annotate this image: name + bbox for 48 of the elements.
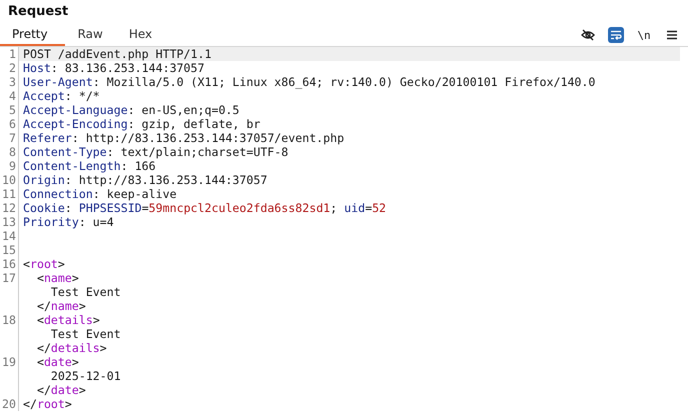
tab[interactable]: Hex: [116, 24, 166, 46]
code-line: </name>: [36, 299, 87, 313]
code-line: Accept: */*: [22, 89, 101, 103]
code-line: </date>: [36, 383, 87, 397]
code-line: Cookie: PHPSESSID=59mncpcl2culeo2fda6ss82sd1; uid=52: [22, 201, 388, 215]
line-number: 12: [0, 201, 19, 215]
line-number: 19: [0, 355, 19, 369]
line-number: 9: [0, 159, 19, 173]
line-number: 3: [0, 75, 19, 89]
panel-title: Request: [7, 3, 70, 20]
line-number: 5: [0, 103, 19, 117]
code-line: Priority: u=4: [22, 215, 115, 229]
line-number: 14: [0, 229, 19, 243]
wrap-icon[interactable]: [608, 27, 624, 43]
code-line: 2025-12-01: [50, 369, 122, 383]
code-line: Content-Type: text/plain;charset=UTF-8: [22, 145, 290, 159]
line-number: 17: [0, 271, 19, 285]
code-line: Referer: http://83.136.253.144:37057/event.php: [22, 131, 346, 145]
code-line: User-Agent: Mozilla/5.0 (X11; Linux x86_64; rv:140.0) Gecko/20100101 Firefox/140.0: [22, 75, 596, 89]
code-line: Connection: keep-alive: [22, 187, 178, 201]
code-line: Test Event: [50, 285, 122, 299]
code-line: </details>: [36, 341, 108, 355]
code-line: Content-Length: 166: [22, 159, 157, 173]
line-number: 15: [0, 243, 19, 257]
code-line: Accept-Language: en-US,en;q=0.5: [22, 103, 240, 117]
code-line: </root>: [22, 397, 73, 411]
line-number: 7: [0, 131, 19, 145]
line-number: 13: [0, 215, 19, 229]
tab[interactable]: Raw: [64, 24, 116, 46]
line-number: 18: [0, 313, 19, 327]
newline-toggle[interactable]: \n: [636, 27, 652, 43]
line-number: 6: [0, 117, 19, 131]
code-line: Origin: http://83.136.253.144:37057: [22, 173, 268, 187]
code-line: Host: 83.136.253.144:37057: [22, 61, 206, 75]
line-number: 4: [0, 89, 19, 103]
code-line: Test Event: [50, 327, 122, 341]
line-number: 20: [0, 397, 19, 411]
code-line: <name>: [36, 271, 80, 285]
code-line: <root>: [22, 257, 66, 271]
line-number: 16: [0, 257, 19, 271]
line-number: 2: [0, 61, 19, 75]
line-number: 8: [0, 145, 19, 159]
eye-slash-icon[interactable]: [580, 27, 596, 43]
code-line: <date>: [36, 355, 80, 369]
code-line: Accept-Encoding: gzip, deflate, br: [22, 117, 262, 131]
line-number: 10: [0, 173, 19, 187]
line-number: 11: [0, 187, 19, 201]
code-line: <details>: [36, 313, 101, 327]
